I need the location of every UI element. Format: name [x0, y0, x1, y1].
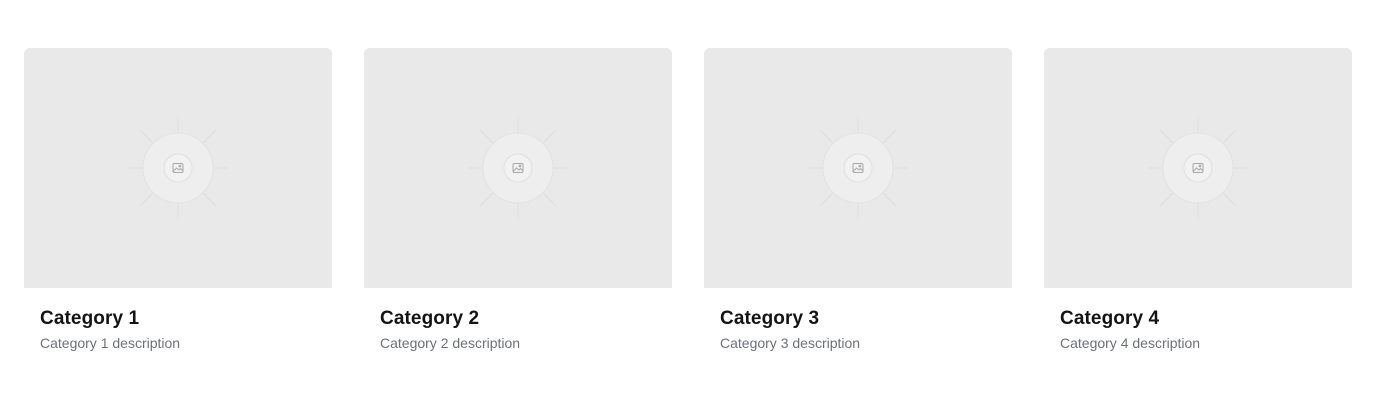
category-image-placeholder [364, 48, 672, 288]
category-title: Category 3 [720, 308, 820, 329]
category-title: Category 4 [1060, 308, 1160, 329]
category-card-2[interactable]: Category 2 Category 2 description [364, 48, 672, 352]
category-description: Category 2 description [380, 335, 521, 351]
category-card-4[interactable]: Category 4 Category 4 description [1044, 48, 1352, 352]
image-placeholder-icon [1148, 118, 1248, 218]
category-title: Category 2 [380, 308, 480, 329]
category-grid: Category 1 Category 1 description Catego… [24, 48, 1352, 352]
category-title: Category 1 [40, 308, 140, 329]
image-placeholder-icon [468, 118, 568, 218]
category-image-placeholder [24, 48, 332, 288]
category-description: Category 3 description [720, 335, 861, 351]
image-placeholder-icon [808, 118, 908, 218]
category-image-placeholder [704, 48, 1012, 288]
category-card-3[interactable]: Category 3 Category 3 description [704, 48, 1012, 352]
category-description: Category 1 description [40, 335, 181, 351]
category-card-1[interactable]: Category 1 Category 1 description [24, 48, 332, 352]
image-placeholder-icon [128, 118, 228, 218]
category-description: Category 4 description [1060, 335, 1201, 351]
category-image-placeholder [1044, 48, 1352, 288]
